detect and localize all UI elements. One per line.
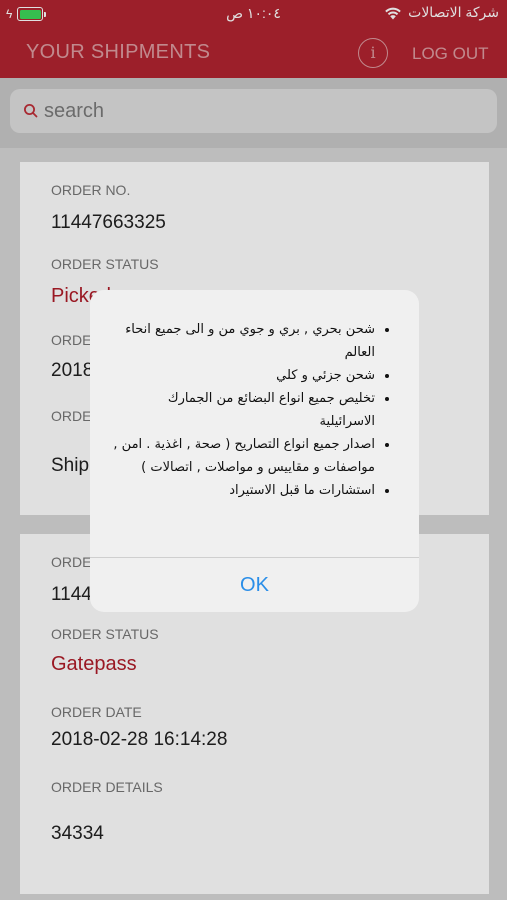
service-item: استشارات ما قبل الاستيراد <box>112 479 375 502</box>
services-list: شحن بحري , بري و جوي من و الى جميع انحاء… <box>112 318 401 502</box>
ok-button[interactable]: OK <box>90 558 419 612</box>
service-item: شحن بحري , بري و جوي من و الى جميع انحاء… <box>112 318 375 364</box>
services-alert: شحن بحري , بري و جوي من و الى جميع انحاء… <box>90 290 419 612</box>
alert-message: شحن بحري , بري و جوي من و الى جميع انحاء… <box>90 290 419 557</box>
service-item: شحن جزئي و كلي <box>112 364 375 387</box>
service-item: اصدار جميع انواع التصاريح ( صحة , اغذية … <box>112 433 375 479</box>
service-item: تخليص جميع انواع البضائع من الجمارك الاس… <box>112 387 375 433</box>
